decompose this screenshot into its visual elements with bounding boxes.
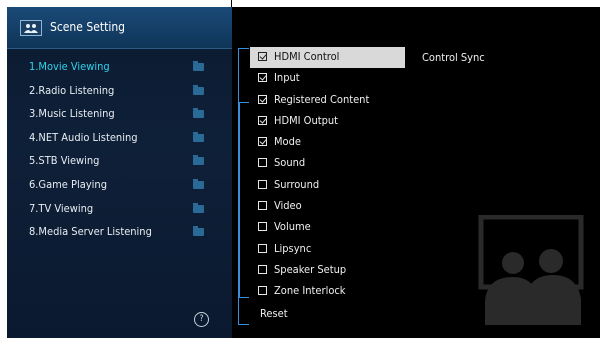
option-item[interactable]: Lipsync (250, 239, 405, 260)
option-label: Volume (274, 220, 311, 234)
menu-item[interactable]: 1.Movie Viewing (7, 56, 232, 80)
checkbox-checked[interactable] (258, 137, 267, 147)
option-item[interactable]: Video (250, 196, 405, 217)
description-text: Control Sync (422, 51, 485, 64)
option-label: Zone Interlock (274, 284, 346, 298)
checkbox-unchecked[interactable] (258, 286, 267, 296)
option-item[interactable]: Volume (250, 217, 405, 238)
menu-item[interactable]: 6.Game Playing (7, 174, 232, 198)
option-label: Speaker Setup (274, 262, 347, 276)
menu-item-label: 4.NET Audio Listening (29, 130, 138, 144)
option-item[interactable]: Surround (250, 175, 405, 196)
bracket-bottom (238, 297, 249, 325)
folder-icon (193, 178, 204, 189)
menu-item[interactable]: 3.Music Listening (7, 103, 232, 127)
menu-item[interactable]: 7.TV Viewing (7, 198, 232, 222)
scene-illustration (473, 214, 588, 329)
menu-item[interactable]: 5.STB Viewing (7, 150, 232, 174)
checkbox-unchecked[interactable] (258, 222, 267, 232)
option-item[interactable]: Input (250, 68, 405, 89)
header: Scene Setting (7, 7, 232, 49)
scene-menu: 1.Movie Viewing 2.Radio Listening 3.Music … (7, 56, 232, 245)
bracket-connector (238, 103, 240, 297)
checkbox-checked[interactable] (258, 115, 267, 125)
scene-setting-screen: Scene Setting 1.Movie Viewing 2.Radio Lis… (7, 7, 600, 338)
option-label: Lipsync (274, 241, 312, 255)
option-item[interactable]: Mode (250, 132, 405, 153)
checkbox-unchecked[interactable] (258, 179, 267, 189)
option-label: Video (274, 199, 302, 213)
menu-item-label: 7.TV Viewing (29, 201, 94, 215)
checkbox-unchecked[interactable] (258, 243, 267, 253)
menu-item[interactable]: 2.Radio Listening (7, 80, 232, 104)
bracket-top (238, 48, 249, 103)
checkbox-checked[interactable] (258, 52, 267, 61)
checkbox-unchecked[interactable] (258, 264, 267, 274)
folder-icon (193, 155, 204, 166)
page-title: Scene Setting (50, 20, 126, 34)
checkbox-checked[interactable] (258, 73, 267, 83)
menu-item-label: 1.Movie Viewing (29, 60, 110, 73)
option-label: Sound (274, 156, 306, 170)
folder-icon (193, 61, 204, 71)
option-label: HDMI Control (274, 50, 340, 63)
menu-item-label: 3.Music Listening (29, 107, 115, 121)
menu-item-label: 6.Game Playing (29, 177, 107, 191)
folder-icon (193, 226, 204, 237)
folder-icon (193, 202, 204, 213)
menu-item[interactable]: 4.NET Audio Listening (7, 127, 232, 151)
option-item[interactable]: Zone Interlock (250, 281, 405, 302)
menu-item-label: 2.Radio Listening (29, 83, 115, 97)
reset-button[interactable]: Reset (260, 307, 288, 320)
scene-icon (20, 20, 42, 36)
option-label: Mode (274, 135, 301, 149)
checkbox-checked[interactable] (258, 94, 267, 104)
menu-item-label: 5.STB Viewing (29, 154, 100, 168)
menu-item-label: 8.Media Server Listening (29, 225, 152, 239)
option-item[interactable]: Speaker Setup (250, 260, 405, 281)
option-label: Registered Content (274, 92, 370, 106)
checkbox-unchecked[interactable] (258, 201, 267, 211)
option-label: HDMI Output (274, 113, 339, 127)
option-item[interactable]: HDMI Control (250, 47, 405, 69)
folder-icon (193, 84, 204, 95)
option-item[interactable]: Sound (250, 153, 405, 174)
option-label: Surround (274, 177, 320, 191)
option-item[interactable]: HDMI Output (250, 111, 405, 132)
folder-icon (193, 131, 204, 142)
help-icon[interactable]: ? (194, 312, 209, 327)
checkbox-unchecked[interactable] (258, 158, 267, 168)
option-item[interactable]: Registered Content (250, 90, 405, 111)
sidebar: Scene Setting 1.Movie Viewing 2.Radio Lis… (7, 7, 232, 338)
options-list: HDMI Control Input Registered Content HDMI … (250, 47, 405, 303)
menu-item[interactable]: 8.Media Server Listening (7, 221, 232, 245)
folder-icon (193, 108, 204, 119)
option-label: Input (274, 71, 300, 85)
